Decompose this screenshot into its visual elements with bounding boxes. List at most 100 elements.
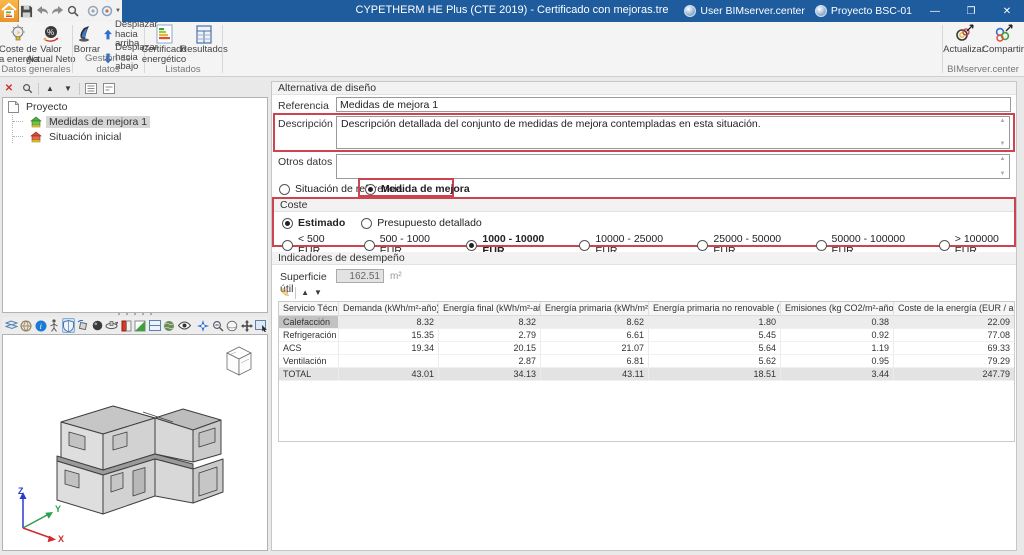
zoom-all-icon[interactable] <box>197 318 209 333</box>
tree-node-proyecto[interactable]: Proyecto <box>3 100 267 113</box>
project-badge[interactable]: Proyecto BSC-01 <box>814 5 912 17</box>
table-cell[interactable]: 22.09 <box>894 316 1014 328</box>
table-cell[interactable]: 77.08 <box>894 329 1014 341</box>
table-cell[interactable]: 1.80 <box>649 316 781 328</box>
textarea-scrollbar[interactable]: ▲ ▼ <box>997 118 1008 147</box>
table-cell[interactable]: 20.15 <box>439 342 541 354</box>
table-cell[interactable]: 43.01 <box>339 368 439 380</box>
table-cell[interactable]: ACS <box>279 342 339 354</box>
table-cell[interactable]: 79.29 <box>894 355 1014 367</box>
visibility-eye-icon[interactable] <box>177 318 191 333</box>
modules-icon[interactable] <box>101 2 113 20</box>
viewport-3d[interactable]: Z Y X <box>2 334 268 551</box>
table-cell[interactable]: 5.62 <box>649 355 781 367</box>
borrar-button[interactable]: Borrar <box>71 24 103 55</box>
save-icon[interactable] <box>20 2 33 20</box>
search-icon[interactable] <box>67 2 79 20</box>
table-cell[interactable]: 15.35 <box>339 329 439 341</box>
table-cell[interactable]: 2.79 <box>439 329 541 341</box>
move-item-down-icon[interactable]: ▼ <box>61 82 75 95</box>
expand-all-icon[interactable] <box>84 82 98 95</box>
delete-icon[interactable]: ✕ <box>2 82 16 95</box>
shield-icon[interactable] <box>61 318 75 333</box>
presupuesto-radio[interactable]: Presupuesto detallado <box>361 217 482 229</box>
compartir-button[interactable]: Compartir <box>982 24 1024 55</box>
svg-text:%: % <box>47 28 54 37</box>
pan-icon[interactable] <box>240 318 253 333</box>
table-cell[interactable] <box>339 355 439 367</box>
maximize-button[interactable]: ❐ <box>958 2 984 20</box>
section-plane-icon[interactable] <box>134 318 146 333</box>
split-view-icon[interactable] <box>148 318 161 333</box>
table-cell[interactable]: 8.32 <box>439 316 541 328</box>
results-report-icon <box>193 24 215 44</box>
move-item-up-icon[interactable]: ▲ <box>43 82 57 95</box>
render-globe-icon[interactable] <box>20 318 32 333</box>
references-icon[interactable] <box>4 318 18 333</box>
view-cube[interactable] <box>223 343 255 379</box>
figure-scale-icon[interactable] <box>49 318 59 333</box>
textarea-scrollbar[interactable]: ▲ ▼ <box>997 156 1008 177</box>
table-cell[interactable]: 6.81 <box>541 355 649 367</box>
undo-icon[interactable] <box>35 2 49 20</box>
table-cell[interactable]: 5.64 <box>649 342 781 354</box>
row-down-icon[interactable]: ▼ <box>314 288 322 297</box>
table-cell[interactable]: 19.34 <box>339 342 439 354</box>
bim-update-icon <box>953 24 975 44</box>
select-window-icon[interactable] <box>255 318 268 333</box>
table-cell[interactable]: 2.87 <box>439 355 541 367</box>
redo-icon[interactable] <box>51 2 65 20</box>
table-cell[interactable]: TOTAL <box>279 368 339 380</box>
table-cell[interactable]: 0.95 <box>781 355 894 367</box>
turntable-icon[interactable] <box>105 318 118 333</box>
table-cell[interactable]: 34.13 <box>439 368 541 380</box>
table-cell[interactable]: 6.61 <box>541 329 649 341</box>
valor-actual-neto-button[interactable]: % Valor Actual Neto <box>26 24 76 65</box>
table-cell[interactable]: 8.32 <box>339 316 439 328</box>
descripcion-textarea[interactable]: Descripción detallada del conjunto de me… <box>336 116 1010 149</box>
scroll-down-icon: ▼ <box>999 141 1006 147</box>
config-icon[interactable] <box>87 2 99 20</box>
table-cell[interactable]: 21.07 <box>541 342 649 354</box>
table-cell[interactable]: 1.19 <box>781 342 894 354</box>
search-tree-icon[interactable] <box>20 82 34 95</box>
table-cell[interactable]: 0.38 <box>781 316 894 328</box>
table-cell[interactable]: Refrigeración <box>279 329 339 341</box>
orbit-icon[interactable] <box>226 318 238 333</box>
table-cell[interactable]: 18.51 <box>649 368 781 380</box>
customize-dropdown-icon[interactable]: ▼ <box>115 2 121 20</box>
table-cell[interactable]: 0.92 <box>781 329 894 341</box>
table-cell[interactable]: 3.44 <box>781 368 894 380</box>
table-cell[interactable]: 247.79 <box>894 368 1014 380</box>
radio-icon <box>282 217 293 229</box>
medida-mejora-radio[interactable]: Medida de mejora <box>365 183 470 195</box>
actualizar-button[interactable]: Actualizar <box>943 24 985 55</box>
close-button[interactable]: ✕ <box>994 2 1020 20</box>
tree-node-medidas[interactable]: Medidas de mejora 1 <box>3 115 267 128</box>
radio-icon <box>361 217 373 229</box>
zoom-window-icon[interactable] <box>212 318 224 333</box>
textures-globe-icon[interactable] <box>163 318 175 333</box>
rotate-object-icon[interactable] <box>77 318 89 333</box>
table-cell[interactable]: 69.33 <box>894 342 1014 354</box>
referencia-input[interactable] <box>336 97 1011 112</box>
table-cell[interactable]: 8.62 <box>541 316 649 328</box>
table-cell[interactable]: 5.45 <box>649 329 781 341</box>
table-cell[interactable]: Calefacción <box>279 316 339 328</box>
info-icon[interactable]: i <box>35 318 47 333</box>
radio-icon <box>466 239 478 251</box>
section-red-icon[interactable] <box>121 318 132 333</box>
collapse-all-icon[interactable] <box>102 82 116 95</box>
app-menu-button[interactable] <box>0 0 19 22</box>
table-cell[interactable]: 43.11 <box>541 368 649 380</box>
resultados-button[interactable]: Resultados <box>180 24 228 55</box>
table-cell[interactable]: Ventilación <box>279 355 339 367</box>
otros-datos-textarea[interactable]: ▲ ▼ <box>336 154 1010 179</box>
user-badge[interactable]: User BIMserver.center <box>684 5 805 17</box>
edit-pencil-icon[interactable]: ✎ <box>280 286 290 300</box>
estimado-radio[interactable]: Estimado <box>282 217 345 229</box>
tree-node-situacion[interactable]: Situación inicial <box>3 130 267 143</box>
minimize-button[interactable]: — <box>922 2 948 20</box>
row-up-icon[interactable]: ▲ <box>301 288 309 297</box>
shading-sphere-icon[interactable] <box>92 318 103 333</box>
